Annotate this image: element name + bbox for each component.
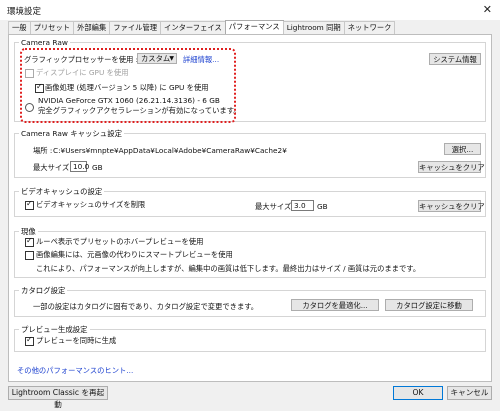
video-max-size-label: 最大サイズ : bbox=[255, 202, 297, 211]
catalog-legend: カタログ設定 bbox=[21, 286, 66, 295]
tab-lightroom-sync[interactable]: Lightroom 同期 bbox=[282, 21, 345, 34]
restart-lightroom-button[interactable]: Lightroom Classic を再起動 bbox=[8, 386, 108, 409]
camera-raw-legend: Camera Raw bbox=[21, 38, 68, 47]
cache-max-size-input[interactable]: 10.0 bbox=[70, 161, 89, 172]
video-cache-legend: ビデオキャッシュの設定 bbox=[21, 187, 103, 196]
window-title: 環境設定 bbox=[7, 7, 42, 17]
system-info-button[interactable]: システム情報 bbox=[429, 53, 481, 65]
cache-legend: Camera Raw キャッシュ設定 bbox=[21, 129, 122, 138]
title-bar: 環境設定 ✕ bbox=[0, 0, 500, 20]
smart-preview-label: 画像編集には、元画像の代わりにスマートプレビューを使用 bbox=[36, 250, 233, 259]
smart-preview-note: これにより、パフォーマンスが向上しますが、編集中の画質は低下します。最終出力はサ… bbox=[36, 264, 421, 273]
preview-legend: プレビュー生成設定 bbox=[21, 325, 88, 334]
limit-video-cache-checkbox[interactable] bbox=[25, 199, 34, 210]
performance-hints-link[interactable]: その他のパフォーマンスのヒント... bbox=[17, 366, 133, 376]
video-unit: GB bbox=[317, 202, 328, 211]
optimize-catalog-button[interactable]: カタログを最適化... bbox=[291, 299, 379, 311]
tab-performance[interactable]: パフォーマンス bbox=[224, 20, 284, 34]
highlight-annotation bbox=[20, 48, 236, 123]
cancel-button[interactable]: キャンセル bbox=[447, 386, 492, 400]
cache-unit: GB bbox=[92, 163, 103, 172]
tab-bar: 一般 プリセット 外部編集 ファイル管理 インターフェイス パフォーマンス Li… bbox=[8, 20, 396, 35]
parallel-preview-label: プレビューを同時に生成 bbox=[36, 336, 117, 345]
go-to-catalog-settings-button[interactable]: カタログ設定に移動 bbox=[385, 299, 473, 311]
cache-location-label: 場所 : bbox=[33, 146, 53, 155]
tab-file-handling[interactable]: ファイル管理 bbox=[109, 21, 162, 34]
tab-interface[interactable]: インターフェイス bbox=[160, 21, 226, 34]
clear-cache-button[interactable]: キャッシュをクリア bbox=[418, 161, 485, 173]
close-icon[interactable]: ✕ bbox=[483, 3, 492, 16]
loupe-hover-checkbox[interactable] bbox=[25, 236, 34, 247]
tab-external-editing[interactable]: 外部編集 bbox=[73, 21, 111, 34]
limit-video-cache-label: ビデオキャッシュのサイズを制限 bbox=[36, 200, 146, 209]
video-max-size-input[interactable]: 3.0 bbox=[291, 200, 314, 211]
tab-presets[interactable]: プリセット bbox=[29, 21, 75, 34]
loupe-hover-label: ルーペ表示でプリセットのホバープレビューを使用 bbox=[36, 237, 204, 246]
cache-max-size-label: 最大サイズ : bbox=[33, 163, 75, 172]
ok-button[interactable]: OK bbox=[393, 386, 443, 400]
smart-preview-checkbox[interactable] bbox=[25, 251, 34, 260]
clear-video-cache-button[interactable]: キャッシュをクリア bbox=[418, 200, 485, 212]
cache-location-path: C:¥Users¥mnpte¥AppData¥Local¥Adobe¥Camer… bbox=[53, 146, 287, 155]
catalog-note: 一部の設定はカタログに固有であり、カタログ設定で変更できます。 bbox=[33, 302, 259, 311]
tab-network[interactable]: ネットワーク bbox=[343, 21, 396, 34]
tab-general[interactable]: 一般 bbox=[8, 21, 31, 34]
choose-cache-button[interactable]: 選択... bbox=[444, 143, 481, 155]
parallel-preview-checkbox[interactable] bbox=[25, 335, 34, 346]
